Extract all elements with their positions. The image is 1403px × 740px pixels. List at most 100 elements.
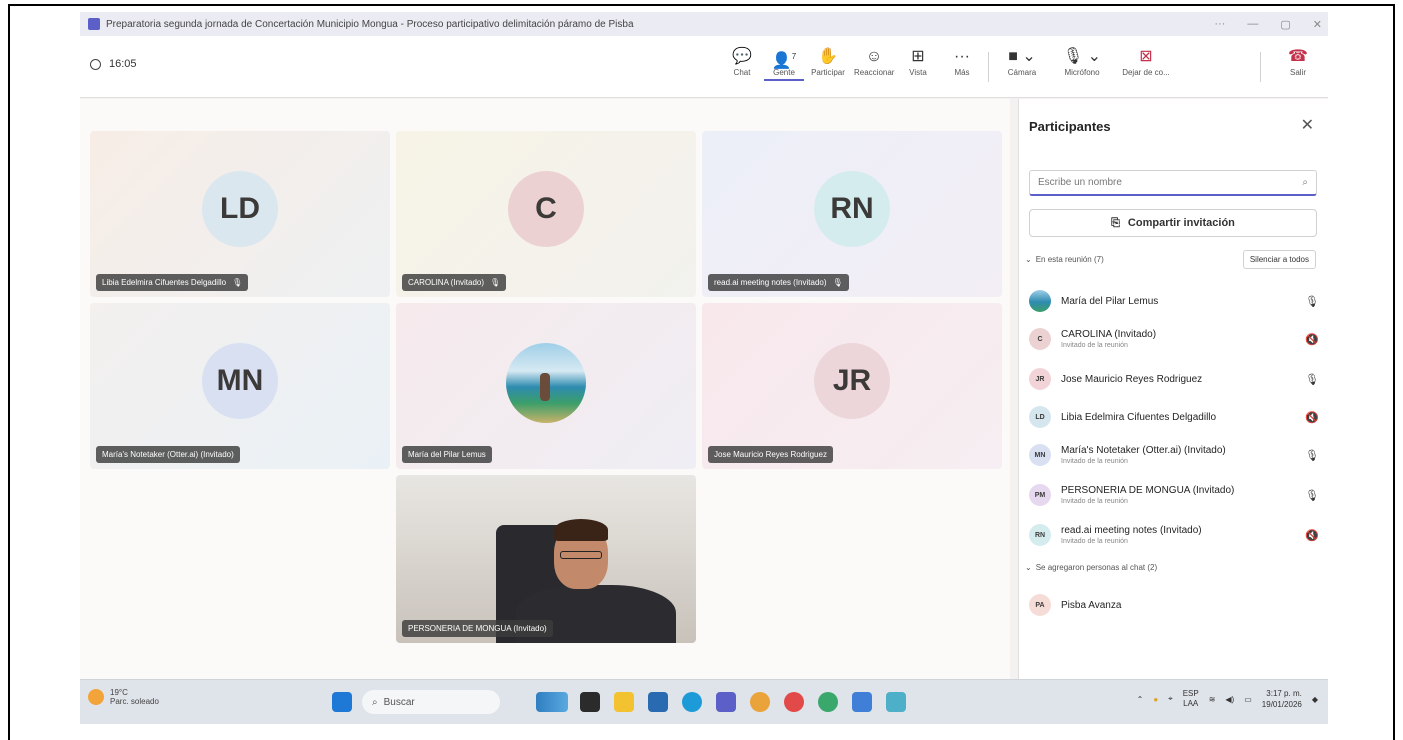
teams-icon[interactable] bbox=[716, 692, 736, 712]
view-button[interactable]: ⊞ Vista bbox=[898, 46, 938, 77]
participant-row[interactable]: MN María's Notetaker (Otter.ai) (Invitad… bbox=[1029, 439, 1321, 471]
task-view-icon[interactable] bbox=[580, 692, 600, 712]
mic-on-icon: 🎙 bbox=[1305, 373, 1319, 386]
clock[interactable]: 3:17 p. m. 19/01/2026 bbox=[1262, 688, 1302, 710]
participant-tile[interactable]: C CAROLINA (Invitado) 🎙 bbox=[396, 131, 696, 297]
mic-off-icon: 🔇 bbox=[1305, 411, 1319, 424]
view-icon: ⊞ bbox=[911, 48, 925, 65]
name-tag: CAROLINA (Invitado) 🎙 bbox=[402, 274, 507, 291]
avatar: PM bbox=[1029, 484, 1051, 506]
video-feed bbox=[396, 475, 696, 643]
start-icon[interactable] bbox=[332, 692, 352, 712]
meeting-toolbar: 16:05 💬 Chat 👤7 Gente ✋ Participar ☺ Rea… bbox=[80, 36, 1328, 98]
participant-row[interactable]: María del Pilar Lemus 🎙 bbox=[1029, 285, 1321, 317]
mute-all-button[interactable]: Silenciar a todos bbox=[1242, 250, 1316, 269]
system-tray: ⌃ ● ⌖ ESP LAA ≋ ◀) ▭ 3:17 p. m. 19/01/20… bbox=[1137, 688, 1318, 710]
camera-button[interactable]: ■ ⌄ Cámara bbox=[1002, 46, 1042, 77]
edge-icon[interactable] bbox=[682, 692, 702, 712]
app-icon[interactable] bbox=[886, 692, 906, 712]
windows-taskbar: 19°C Parc. soleado ⌕ Buscar ⌃ ● ⌖ ESP LA… bbox=[80, 679, 1328, 724]
chat-button[interactable]: 💬 Chat bbox=[722, 46, 762, 77]
maximize-icon[interactable]: ▢ bbox=[1280, 18, 1290, 31]
widgets-icon[interactable] bbox=[536, 692, 568, 712]
title-bar: Preparatoria segunda jornada de Concerta… bbox=[80, 12, 1328, 36]
participant-tile[interactable]: RN read.ai meeting notes (Invitado) 🎙 bbox=[702, 131, 1002, 297]
raise-hand-button[interactable]: ✋ Participar bbox=[808, 46, 848, 77]
clock-icon bbox=[90, 58, 101, 70]
app-icon[interactable] bbox=[818, 692, 838, 712]
leave-icon: ☎ bbox=[1288, 48, 1308, 65]
notification-icon[interactable]: ◆ bbox=[1312, 695, 1318, 704]
mic-on-icon: 🎙 bbox=[1305, 295, 1319, 308]
participant-row[interactable]: PA Pisba Avanza bbox=[1029, 589, 1321, 621]
participant-row[interactable]: PM PERSONERIA DE MONGUA (Invitado) Invit… bbox=[1029, 479, 1321, 511]
avatar: C bbox=[508, 171, 584, 247]
mic-icon: 🎙 ⌄ bbox=[1062, 48, 1102, 65]
participant-row[interactable]: RN read.ai meeting notes (Invitado) Invi… bbox=[1029, 519, 1321, 551]
avatar: JR bbox=[1029, 368, 1051, 390]
language-indicator[interactable]: ESP LAA bbox=[1183, 689, 1199, 709]
weather-icon bbox=[88, 689, 104, 705]
avatar: LD bbox=[1029, 406, 1051, 428]
name-tag: read.ai meeting notes (Invitado) 🎙 bbox=[708, 274, 849, 291]
mic-icon: 🎙 bbox=[490, 278, 501, 287]
participant-row[interactable]: JR Jose Mauricio Reyes Rodriguez 🎙 bbox=[1029, 363, 1321, 395]
mic-icon: 🎙 bbox=[232, 278, 243, 287]
mic-on-icon: 🎙 bbox=[1305, 489, 1319, 502]
avatar: LD bbox=[202, 171, 278, 247]
weather-widget[interactable]: 19°C Parc. soleado bbox=[88, 688, 159, 706]
name-tag: María del Pilar Lemus bbox=[402, 446, 492, 463]
raise-hand-icon: ✋ bbox=[818, 48, 838, 65]
wifi-icon[interactable]: ≋ bbox=[1209, 695, 1216, 704]
timer-text: 16:05 bbox=[109, 58, 137, 70]
mic-icon: 🎙 bbox=[832, 278, 843, 287]
battery-icon[interactable]: ▭ bbox=[1244, 695, 1252, 704]
video-tile[interactable]: PERSONERIA DE MONGUA (Invitado) bbox=[396, 475, 696, 643]
panel-title: Participantes bbox=[1029, 119, 1111, 134]
share-icon: ⎘ bbox=[1111, 216, 1120, 229]
chevron-up-icon[interactable]: ⌃ bbox=[1137, 695, 1144, 704]
mic-off-icon: 🔇 bbox=[1305, 529, 1319, 542]
chat-icon: 💬 bbox=[732, 48, 752, 65]
in-meeting-section-header[interactable]: ⌄ En esta reunión (7) bbox=[1025, 255, 1104, 264]
name-tag: Libia Edelmira Cifuentes Delgadillo 🎙 bbox=[96, 274, 249, 291]
mic-on-icon: 🎙 bbox=[1305, 449, 1319, 462]
name-tag: Jose Mauricio Reyes Rodriguez bbox=[708, 446, 833, 463]
close-panel-icon[interactable]: ✕ bbox=[1301, 115, 1314, 135]
teams-logo-icon bbox=[88, 18, 100, 30]
more-icon: ··· bbox=[954, 48, 970, 65]
share-invite-button[interactable]: ⎘ Compartir invitación bbox=[1029, 209, 1317, 237]
people-button[interactable]: 👤7 Gente bbox=[764, 46, 804, 81]
app-icon[interactable] bbox=[784, 692, 804, 712]
participant-tile[interactable]: MN María's Notetaker (Otter.ai) (Invitad… bbox=[90, 303, 390, 469]
avatar bbox=[1029, 290, 1051, 312]
participant-tile[interactable]: María del Pilar Lemus bbox=[396, 303, 696, 469]
volume-icon[interactable]: ◀) bbox=[1225, 695, 1234, 704]
mic-off-icon: 🔇 bbox=[1305, 333, 1319, 346]
store-icon[interactable] bbox=[648, 692, 668, 712]
toolbar-divider bbox=[1260, 52, 1261, 82]
stop-sharing-button[interactable]: ⊠ Dejar de co... bbox=[1120, 46, 1172, 77]
search-icon: ⌕ bbox=[372, 696, 378, 708]
participant-row[interactable]: LD Libia Edelmira Cifuentes Delgadillo 🔇 bbox=[1029, 401, 1321, 433]
participant-row[interactable]: C CAROLINA (Invitado) Invitado de la reu… bbox=[1029, 323, 1321, 355]
participant-tile[interactable]: JR Jose Mauricio Reyes Rodriguez bbox=[702, 303, 1002, 469]
file-explorer-icon[interactable] bbox=[614, 692, 634, 712]
minimize-icon[interactable]: — bbox=[1247, 18, 1258, 30]
leave-button[interactable]: ☎ Salir bbox=[1278, 46, 1318, 77]
chrome-icon[interactable] bbox=[750, 692, 770, 712]
more-button[interactable]: ··· Más bbox=[942, 46, 982, 77]
chat-section-header[interactable]: ⌄ Se agregaron personas al chat (2) bbox=[1025, 563, 1157, 572]
participant-tile[interactable]: LD Libia Edelmira Cifuentes Delgadillo 🎙 bbox=[90, 131, 390, 297]
window-controls: ··· — ▢ ✕ bbox=[1214, 12, 1322, 36]
search-input[interactable]: Escribe un nombre ⌕ bbox=[1029, 170, 1317, 196]
tray-app-icon[interactable]: ● bbox=[1153, 695, 1158, 704]
microphone-button[interactable]: 🎙 ⌄ Micrófono bbox=[1062, 46, 1102, 77]
avatar: MN bbox=[202, 343, 278, 419]
more-options-icon[interactable]: ··· bbox=[1214, 18, 1225, 30]
taskbar-search[interactable]: ⌕ Buscar bbox=[362, 690, 500, 714]
app-icon[interactable] bbox=[852, 692, 872, 712]
react-button[interactable]: ☺ Reaccionar bbox=[854, 46, 894, 77]
location-icon[interactable]: ⌖ bbox=[1168, 694, 1173, 704]
close-icon[interactable]: ✕ bbox=[1313, 18, 1322, 31]
